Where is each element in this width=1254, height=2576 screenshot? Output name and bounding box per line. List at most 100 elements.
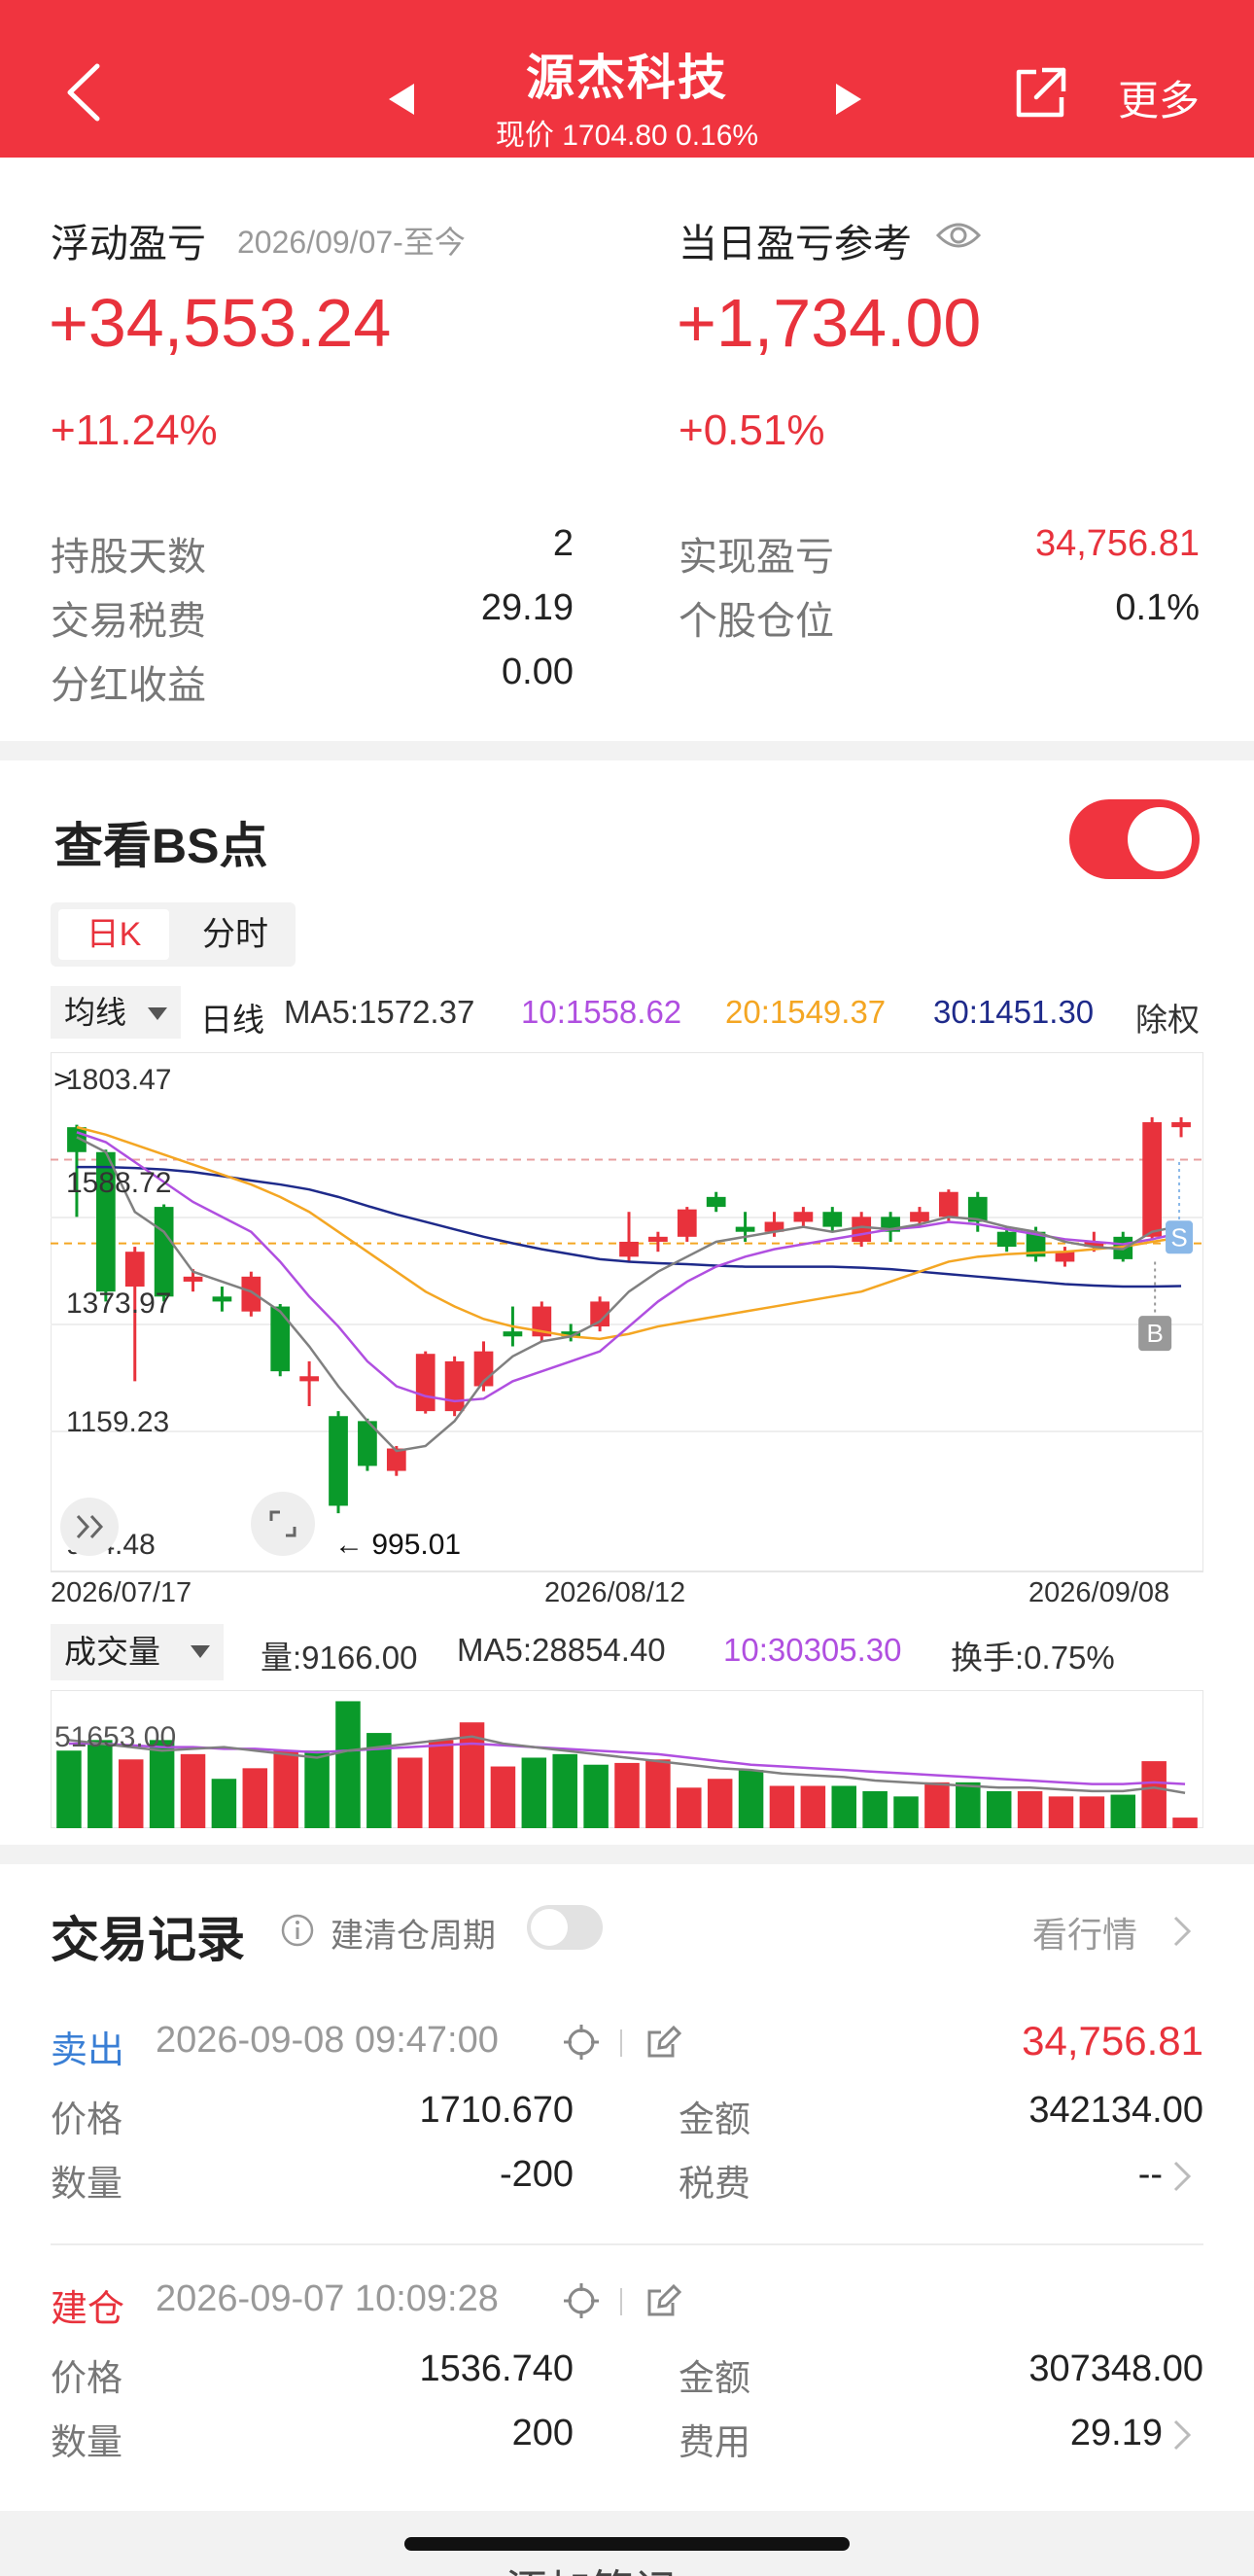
volume-bar bbox=[893, 1796, 919, 1828]
price-axis-2: 1588.72 bbox=[66, 1167, 172, 1199]
share-icon[interactable] bbox=[1013, 64, 1069, 121]
holding-days-label: 持股天数 bbox=[51, 536, 206, 579]
divider-bar bbox=[620, 2288, 622, 2315]
chevron-right-icon bbox=[1173, 2161, 1192, 2192]
double-chevron-right-icon bbox=[76, 1514, 104, 1539]
volume-bar bbox=[614, 1762, 640, 1828]
dividend-label: 分红收益 bbox=[51, 664, 206, 707]
volume-bar bbox=[1017, 1790, 1043, 1828]
candle-body bbox=[706, 1196, 726, 1208]
toggle-knob bbox=[531, 1909, 568, 1946]
cycle-toggle[interactable] bbox=[527, 1905, 603, 1950]
price-axis-4: 1159.23 bbox=[66, 1406, 170, 1438]
home-indicator bbox=[404, 2537, 850, 2551]
trading-fee-value: 29.19 bbox=[480, 587, 574, 628]
volume-bar bbox=[677, 1787, 702, 1828]
volume-bar bbox=[956, 1782, 981, 1828]
more-button[interactable]: 更多 bbox=[1118, 68, 1200, 127]
indicator-dropdown-label: 成交量 bbox=[64, 1634, 160, 1670]
edit-icon[interactable] bbox=[644, 2281, 682, 2320]
target-icon[interactable] bbox=[562, 2023, 601, 2062]
floating-pl-label: 浮动盈亏 bbox=[51, 223, 206, 265]
bs-section-title: 查看BS点 bbox=[54, 819, 268, 873]
price-axis-3: 1373.97 bbox=[66, 1288, 172, 1320]
candle-body bbox=[910, 1212, 929, 1222]
candle-body bbox=[154, 1207, 174, 1297]
chart-period-tabs: 日K 分时 bbox=[51, 902, 296, 967]
price-label: 价格 bbox=[51, 2100, 122, 2139]
volume-bar bbox=[583, 1764, 609, 1828]
volume-bar bbox=[118, 1759, 144, 1828]
adjust-mode-label[interactable]: 除权 bbox=[1135, 994, 1200, 1041]
volume-bar bbox=[862, 1790, 888, 1828]
volume-bar bbox=[211, 1779, 237, 1828]
candle-body bbox=[1055, 1252, 1075, 1262]
floating-pl-period: 2026/09/07-至今 bbox=[237, 225, 466, 260]
candle-body bbox=[648, 1236, 668, 1242]
total-label: 金额 bbox=[679, 2100, 750, 2139]
date-axis-mid: 2026/08/12 bbox=[544, 1577, 686, 1608]
cycle-label: 建清仓周期 bbox=[331, 1918, 496, 1955]
volume-bar bbox=[490, 1766, 516, 1828]
tab-intraday[interactable]: 分时 bbox=[185, 909, 286, 960]
candle-body bbox=[299, 1376, 319, 1382]
view-market-link[interactable]: 看行情 bbox=[1032, 1907, 1137, 1958]
candlestick-chart[interactable]: SB> bbox=[51, 1052, 1203, 1577]
candle-body bbox=[793, 1212, 814, 1222]
price-axis-max: 1803.47 bbox=[66, 1064, 172, 1096]
volume-bar bbox=[335, 1701, 361, 1828]
chevron-right-icon bbox=[1173, 1916, 1192, 1947]
volume-bar bbox=[180, 1753, 206, 1828]
quantity-value: -200 bbox=[499, 2154, 574, 2195]
turnover-rate: 换手:0.75% bbox=[951, 1640, 1115, 1676]
volume-ma5: MA5:28854.40 bbox=[457, 1632, 666, 1668]
indicator-dropdown[interactable]: 成交量 bbox=[51, 1624, 224, 1680]
candle-body bbox=[124, 1252, 145, 1288]
volume-value: 量:9166.00 bbox=[261, 1640, 418, 1676]
price-value: 1536.740 bbox=[419, 2348, 575, 2389]
trading-fee-label: 交易税费 bbox=[51, 600, 206, 643]
trade-profit-amount: 34,756.81 bbox=[1022, 2018, 1203, 2064]
candle-body bbox=[241, 1276, 261, 1312]
edit-icon[interactable] bbox=[644, 2023, 682, 2062]
tab-day-k[interactable]: 日K bbox=[58, 909, 169, 960]
trade-records-card: 交易记录 建清仓周期 看行情 卖出 2026-09-08 09:47:00 34… bbox=[0, 1864, 1254, 2576]
bs-toggle[interactable] bbox=[1069, 799, 1200, 879]
volume-bar bbox=[56, 1750, 82, 1828]
candle-body bbox=[735, 1226, 755, 1232]
candle-body bbox=[939, 1191, 958, 1217]
volume-bar bbox=[769, 1785, 795, 1828]
back-arrow-icon[interactable] bbox=[58, 58, 107, 126]
trade-type-open: 建仓 bbox=[51, 2289, 125, 2330]
chevron-down-icon bbox=[148, 1007, 167, 1020]
volume-ma10: 10:30305.30 bbox=[723, 1632, 902, 1668]
fee-value[interactable]: 29.19 bbox=[1070, 2413, 1163, 2454]
volume-bar bbox=[738, 1770, 764, 1828]
record-divider bbox=[51, 2243, 1203, 2245]
volume-bar bbox=[242, 1768, 268, 1828]
pl-summary-card: 浮动盈亏 2026/09/07-至今 +34,553.24 +11.24% 当日… bbox=[0, 158, 1254, 741]
ma30-value: 30:1451.30 bbox=[933, 994, 1095, 1030]
volume-bar bbox=[645, 1759, 671, 1828]
next-stock-icon[interactable] bbox=[834, 82, 863, 117]
date-axis-start: 2026/07/17 bbox=[51, 1577, 192, 1608]
position-ratio-label: 个股仓位 bbox=[679, 600, 834, 643]
target-icon[interactable] bbox=[562, 2281, 601, 2320]
candle-body bbox=[329, 1416, 348, 1506]
trade-records-title: 交易记录 bbox=[51, 1913, 245, 1967]
candle-body bbox=[852, 1217, 872, 1242]
volume-chart[interactable] bbox=[51, 1690, 1203, 1828]
add-note-button[interactable]: 添加笔记 bbox=[505, 2556, 677, 2576]
info-icon[interactable] bbox=[280, 1913, 315, 1948]
position-ratio-value: 0.1% bbox=[1115, 587, 1200, 628]
fee-value[interactable]: -- bbox=[1138, 2154, 1163, 2196]
stock-name-title: 源杰科技 bbox=[526, 51, 728, 105]
trade-type-sell: 卖出 bbox=[51, 2030, 125, 2071]
ma-dropdown[interactable]: 均线 bbox=[51, 986, 181, 1039]
candle-body bbox=[183, 1276, 203, 1282]
daily-pl-label: 当日盈亏参考 bbox=[679, 223, 912, 265]
eye-icon[interactable] bbox=[935, 218, 982, 253]
total-label: 金额 bbox=[679, 2358, 750, 2398]
volume-bar bbox=[707, 1779, 733, 1828]
line-type-label: 日线 bbox=[200, 1002, 264, 1038]
